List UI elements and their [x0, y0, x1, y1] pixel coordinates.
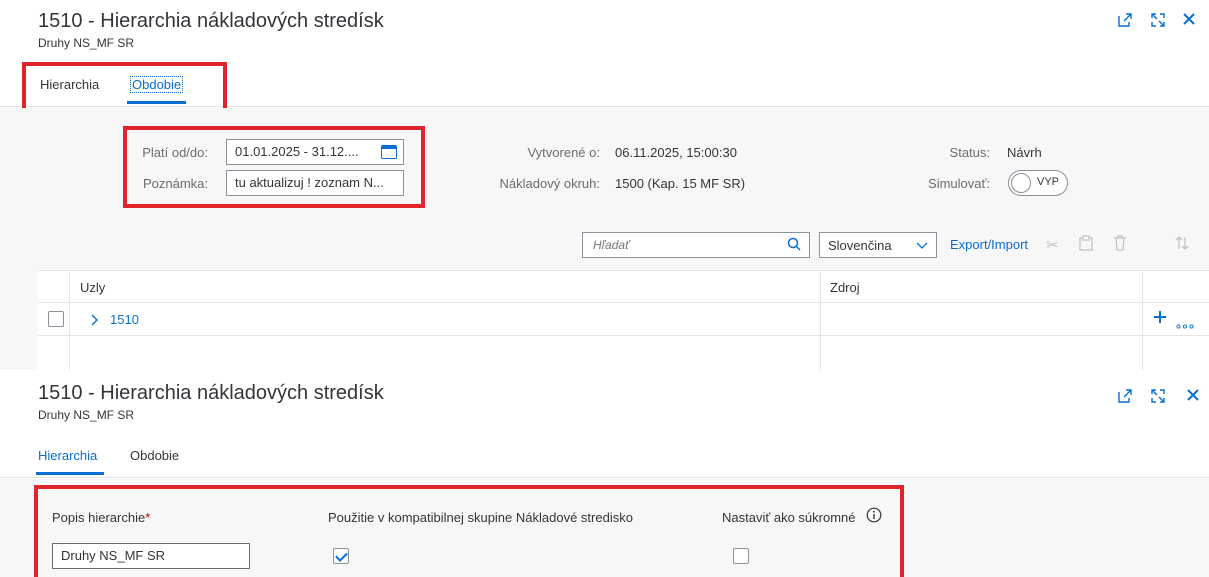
export-import-button[interactable]: Export/Import [950, 237, 1028, 252]
simulate-toggle[interactable]: VYP [1008, 170, 1068, 196]
search-icon[interactable] [787, 237, 801, 256]
language-value: Slovenčina [828, 238, 892, 253]
cost-area-value: 1500 (Kap. 15 MF SR) [615, 176, 746, 191]
compat-group-checkbox[interactable] [333, 548, 349, 564]
tab-hierarchy[interactable]: Hierarchia [38, 448, 97, 463]
page-subtitle: Druhy NS_MF SR [38, 36, 135, 50]
valid-from-to-field[interactable]: 01.01.2025 - 31.12.... [226, 139, 404, 165]
share-icon[interactable] [1117, 12, 1133, 28]
created-at-value: 06.11.2025, 15:00:30 [615, 145, 737, 160]
sort-icon[interactable] [1175, 235, 1189, 255]
column-divider [69, 270, 70, 370]
note-field[interactable]: tu aktualizuj ! zoznam N... [226, 170, 404, 196]
paste-icon[interactable] [1079, 235, 1093, 255]
toggle-knob [1011, 173, 1031, 193]
active-tab-indicator [127, 101, 186, 104]
required-marker: * [145, 510, 151, 525]
add-icon[interactable] [1153, 310, 1167, 329]
row-divider [38, 302, 1209, 303]
column-divider [1142, 270, 1143, 370]
description-label-text: Popis hierarchie [52, 510, 146, 525]
column-header-source[interactable]: Zdroj [830, 280, 860, 295]
tab-period[interactable]: Obdobie [130, 448, 179, 463]
column-header-nodes[interactable]: Uzly [80, 280, 105, 295]
share-icon[interactable] [1117, 388, 1133, 404]
chevron-down-icon [916, 239, 928, 254]
search-placeholder: Hľadať [593, 238, 630, 252]
compat-group-label: Použitie v kompatibilnej skupine Náklado… [328, 510, 633, 525]
note-value: tu aktualizuj ! zoznam N... [235, 175, 384, 190]
created-at-label: Vytvorené o: [527, 145, 600, 160]
close-icon[interactable] [1186, 388, 1200, 402]
fullscreen-icon[interactable] [1150, 12, 1166, 28]
active-tab-indicator [36, 472, 104, 475]
tab-bar [0, 434, 1209, 478]
row-divider [38, 335, 1209, 336]
calendar-icon[interactable] [381, 145, 397, 159]
table-header [38, 270, 1209, 302]
more-options-icon[interactable] [1176, 316, 1194, 334]
info-icon[interactable] [866, 507, 882, 528]
valid-from-to-label: Platí od/do: [142, 145, 208, 160]
language-select[interactable]: Slovenčina [819, 232, 937, 258]
set-private-checkbox[interactable] [733, 548, 749, 564]
page-subtitle: Druhy NS_MF SR [38, 408, 135, 422]
tab-hierarchy[interactable]: Hierarchia [40, 77, 99, 92]
status-label: Status: [949, 145, 990, 160]
node-link-1510[interactable]: 1510 [110, 312, 139, 327]
toggle-text: VYP [1036, 176, 1059, 188]
fullscreen-icon[interactable] [1150, 388, 1166, 404]
set-private-label: Nastaviť ako súkromné [722, 510, 856, 525]
valid-from-to-value: 01.01.2025 - 31.12.... [235, 144, 359, 159]
close-icon[interactable] [1182, 12, 1196, 26]
simulate-label: Simulovať: [928, 176, 990, 191]
hierarchy-description-value: Druhy NS_MF SR [61, 548, 166, 563]
cut-icon[interactable]: ✂ [1046, 236, 1059, 254]
page-title: 1510 - Hierarchia nákladových stredísk [38, 382, 384, 404]
hierarchy-description-field[interactable]: Druhy NS_MF SR [52, 543, 250, 569]
search-input[interactable]: Hľadať [582, 232, 810, 258]
hierarchy-panel-period: 1510 - Hierarchia nákladových stredísk D… [0, 0, 1209, 370]
delete-icon[interactable] [1113, 235, 1127, 255]
hierarchy-panel-general: 1510 - Hierarchia nákladových stredísk D… [0, 370, 1209, 577]
note-label: Poznámka: [142, 176, 208, 191]
hierarchy-description-label: Popis hierarchie* [52, 510, 150, 525]
expand-chevron-icon[interactable] [90, 313, 100, 331]
page-title: 1510 - Hierarchia nákladových stredísk [38, 10, 384, 32]
status-value: Návrh [1007, 145, 1042, 160]
row-divider [38, 270, 1209, 271]
column-divider [820, 270, 821, 370]
tab-period[interactable]: Obdobie [129, 76, 184, 93]
row-select-checkbox[interactable] [48, 311, 64, 327]
cost-area-label: Nákladový okruh: [499, 176, 600, 191]
